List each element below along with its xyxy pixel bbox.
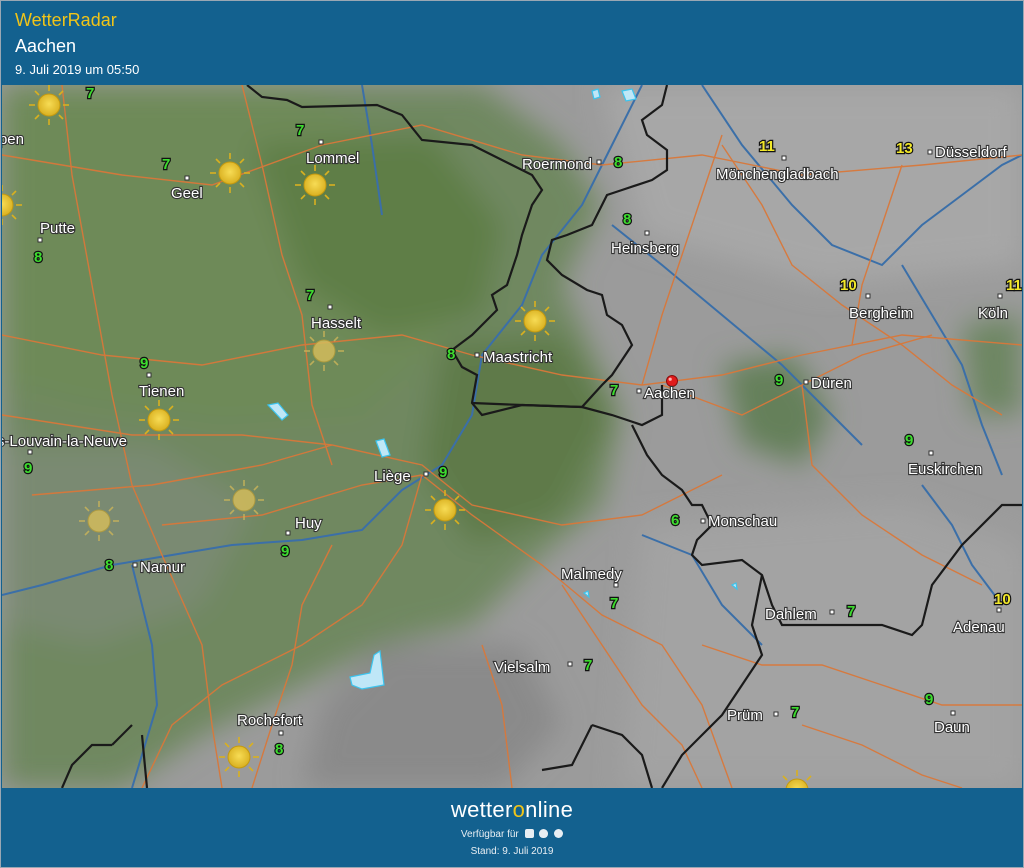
- availability-line: Verfügbar für: [2, 829, 1022, 840]
- city-label-hasselt: Hasselt: [311, 315, 362, 332]
- temp-liege: 9: [439, 464, 447, 481]
- sun-icon: [219, 737, 259, 777]
- sun-icon: [139, 400, 179, 440]
- temp-rochefort: 8: [275, 741, 283, 758]
- city-label-koeln: Köln: [978, 305, 1008, 322]
- sun-icon: [515, 301, 555, 341]
- city-label-maastricht: Maastricht: [483, 349, 553, 366]
- temp-hasselt: 7: [306, 287, 314, 304]
- android-icon[interactable]: [524, 829, 534, 838]
- location-title: Aachen: [15, 36, 77, 56]
- sun-icon: [29, 85, 69, 125]
- city-label-antwerpen: Antwerpen: [2, 131, 24, 148]
- city-label-adenau: Adenau: [953, 619, 1005, 636]
- temp-adenau: 10: [994, 591, 1011, 608]
- city-label-dueren: Düren: [811, 375, 852, 392]
- temp-louvain-la-neuve: 9: [24, 460, 32, 477]
- temp-vielsalm: 7: [584, 657, 592, 674]
- temp-monschau: 6: [671, 512, 679, 529]
- apple-icon[interactable]: [539, 829, 549, 838]
- city-label-liege: Liège: [374, 468, 411, 485]
- header: WetterRadar Aachen 9. Juli 2019 um 05:50: [2, 2, 1022, 84]
- city-label-monschau: Monschau: [708, 513, 777, 530]
- temp-putte: 8: [34, 249, 42, 266]
- city-label-bergheim: Bergheim: [849, 305, 913, 322]
- logo-text-post: nline: [525, 797, 574, 822]
- city-label-dahlem: Dahlem: [765, 606, 817, 623]
- city-label-rochefort: Rochefort: [237, 712, 303, 729]
- temp-namur: 8: [105, 557, 113, 574]
- sun-icon: [224, 480, 264, 520]
- city-label-namur: Namur: [140, 559, 185, 576]
- temp-duesseldorf: 13: [896, 140, 913, 157]
- city-label-daun: Daun: [934, 719, 970, 736]
- city-label-putte: Putte: [40, 220, 75, 237]
- app-frame: WetterRadar Aachen 9. Juli 2019 um 05:50: [0, 0, 1024, 868]
- city-label-malmedy: Malmedy: [561, 566, 622, 583]
- city-label-euskirchen: Euskirchen: [908, 461, 982, 478]
- temp-aachen: 7: [610, 382, 618, 399]
- temp-heinsberg: 8: [623, 211, 631, 228]
- city-label-duesseldorf: Düsseldorf: [935, 144, 1008, 161]
- city-label-tienen: Tienen: [139, 383, 184, 400]
- wetteronline-logo[interactable]: wetteronline: [2, 797, 1022, 823]
- footer: wetteronline Verfügbar für Stand: 9. Jul…: [2, 789, 1022, 867]
- city-label-moenchengladbach: Mönchengladbach: [716, 166, 839, 183]
- sun-icon: [210, 153, 250, 193]
- brand-title: WetterRadar: [15, 10, 117, 30]
- temp-geel: 7: [162, 156, 170, 173]
- city-label-pruem: Prüm: [727, 707, 763, 724]
- city-label-louvain-la-neuve: Ottignies-Louvain-la-Neuve: [2, 433, 127, 450]
- temp-koeln: 11: [1006, 277, 1022, 294]
- sun-icon: [295, 165, 335, 205]
- temp-moenchengladbach: 11: [759, 138, 775, 155]
- city-label-aachen: Aachen: [644, 385, 695, 402]
- temp-maastricht: 8: [447, 346, 455, 363]
- city-label-vielsalm: Vielsalm: [494, 659, 550, 676]
- temp-daun: 9: [925, 691, 933, 708]
- map-canvas: Roermond Mönchengladbach Düsseldorf Lomm…: [2, 85, 1022, 788]
- temp-tienen: 9: [140, 355, 148, 372]
- logo-text-o: o: [512, 797, 526, 822]
- radar-map[interactable]: Roermond Mönchengladbach Düsseldorf Lomm…: [2, 85, 1022, 788]
- temp-euskirchen: 9: [905, 432, 913, 449]
- city-label-geel: Geel: [171, 185, 203, 202]
- city-label-lommel: Lommel: [306, 150, 359, 167]
- sun-icon: [304, 331, 344, 371]
- timestamp: 9. Juli 2019 um 05:50: [15, 62, 140, 77]
- city-label-heinsberg: Heinsberg: [611, 240, 679, 257]
- stand-date: Stand: 9. Juli 2019: [470, 846, 554, 857]
- temp-bergheim: 10: [840, 277, 857, 294]
- logo-text-pre: wetter: [450, 797, 513, 822]
- sun-icon: [79, 501, 119, 541]
- temp-lommel: 7: [296, 122, 304, 139]
- city-label-roermond: Roermond: [522, 156, 592, 173]
- available-label: Verfügbar für: [460, 829, 519, 840]
- sun-icon: [425, 490, 465, 530]
- temp-antwerpen: 7: [86, 85, 94, 102]
- temp-huy: 9: [281, 543, 289, 560]
- web-icon[interactable]: [554, 829, 564, 838]
- temp-pruem: 7: [791, 704, 799, 721]
- temp-roermond: 8: [614, 154, 622, 171]
- temp-dahlem: 7: [847, 603, 855, 620]
- temp-malmedy: 7: [610, 595, 618, 612]
- city-label-huy: Huy: [295, 515, 322, 532]
- temp-dueren: 9: [775, 372, 783, 389]
